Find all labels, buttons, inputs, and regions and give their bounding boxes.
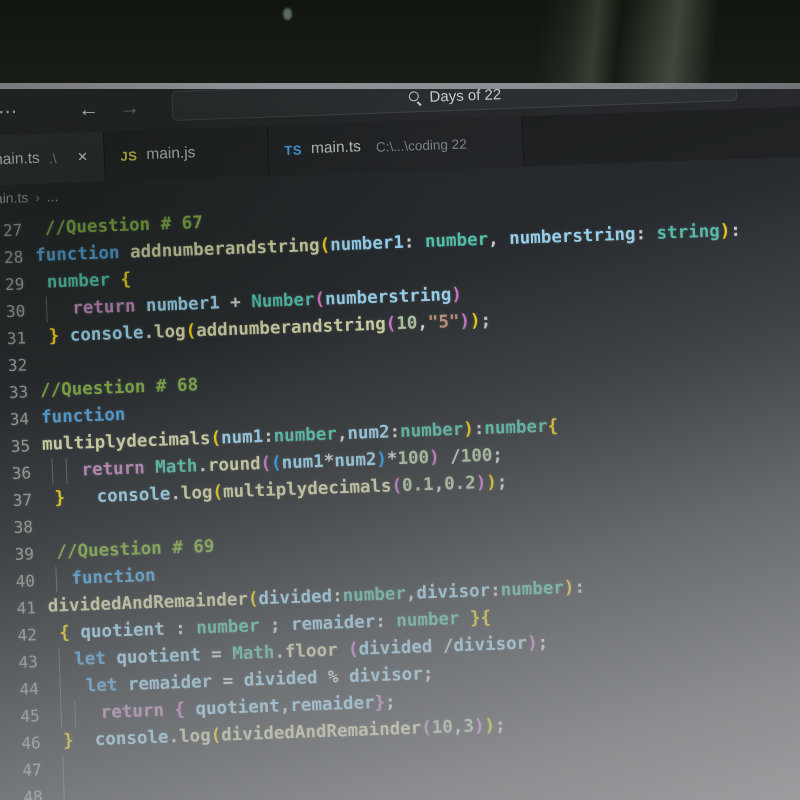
line-number[interactable]: 43 <box>0 648 50 677</box>
vscode-window: ⋯ ← → Days of 22 main.ts .\ × JS main.js <box>0 89 800 800</box>
line-number[interactable]: 46 <box>0 729 53 758</box>
tab-label: main.ts <box>310 138 362 158</box>
line-number[interactable]: 34 <box>0 405 42 434</box>
laptop-photo: ⋯ ← → Days of 22 main.ts .\ × JS main.js <box>0 0 800 800</box>
line-number[interactable]: 33 <box>0 378 41 407</box>
line-number[interactable]: 29 <box>0 270 37 299</box>
indent-guide <box>63 782 66 800</box>
line-number[interactable]: 37 <box>0 486 44 515</box>
menu-dots-icon[interactable]: ⋯ <box>0 100 21 124</box>
close-icon[interactable]: × <box>77 147 88 167</box>
tab-main-ts-2[interactable]: TS main.ts C:\...\coding 22 <box>267 116 525 176</box>
breadcrumb-more[interactable]: ... <box>46 188 58 204</box>
search-text: Days of 22 <box>429 89 502 106</box>
line-number[interactable]: 48 <box>0 783 55 800</box>
search-icon <box>407 90 421 104</box>
indent-guide <box>59 674 62 701</box>
line-number[interactable]: 32 <box>0 351 40 380</box>
indent-guide <box>60 701 63 728</box>
back-arrow-icon[interactable]: ← <box>78 97 100 121</box>
line-number[interactable]: 28 <box>0 243 36 272</box>
tab-file-path: C:\...\coding 22 <box>375 136 467 155</box>
line-number[interactable]: 38 <box>0 513 45 542</box>
line-number[interactable]: 44 <box>0 675 51 704</box>
tab-label: main.ts <box>0 149 41 169</box>
breadcrumb-file[interactable]: main.ts <box>0 189 29 207</box>
indent-guide <box>45 296 48 323</box>
line-number[interactable]: 47 <box>0 756 54 785</box>
javascript-file-icon: JS <box>120 147 138 164</box>
indent-guide <box>51 458 54 485</box>
vscode-content: ⋯ ← → Days of 22 main.ts .\ × JS main.js <box>0 89 800 800</box>
forward-arrow-icon[interactable]: → <box>119 96 141 120</box>
typescript-file-icon: TS <box>284 141 303 158</box>
chevron-right-icon: › <box>35 189 40 205</box>
indent-guide <box>65 458 68 485</box>
tab-main-ts-active[interactable]: main.ts .\ × <box>0 131 106 187</box>
line-number[interactable]: 35 <box>0 432 43 461</box>
indent-guide <box>74 700 77 727</box>
indent-guide <box>62 755 65 782</box>
line-number[interactable]: 40 <box>0 567 47 596</box>
line-number[interactable]: 30 <box>0 297 38 326</box>
line-number[interactable]: 42 <box>0 621 49 650</box>
line-number[interactable]: 36 <box>0 459 44 488</box>
indent-guide <box>55 566 58 593</box>
reflection-dot <box>283 8 292 20</box>
code-area: 27 //Question # 67 28 function addnumberan… <box>0 182 800 800</box>
line-number[interactable]: 45 <box>0 702 52 731</box>
line-number[interactable]: 39 <box>0 540 46 569</box>
line-number[interactable]: 31 <box>0 324 39 353</box>
line-number[interactable]: 41 <box>0 594 48 623</box>
indent-guide <box>58 647 61 674</box>
line-number[interactable]: 27 <box>0 216 35 245</box>
tab-path-hint: .\ <box>48 150 57 167</box>
tab-label: main.js <box>146 144 196 163</box>
tab-main-js[interactable]: JS main.js <box>103 125 270 182</box>
screen-bezel <box>0 0 800 83</box>
